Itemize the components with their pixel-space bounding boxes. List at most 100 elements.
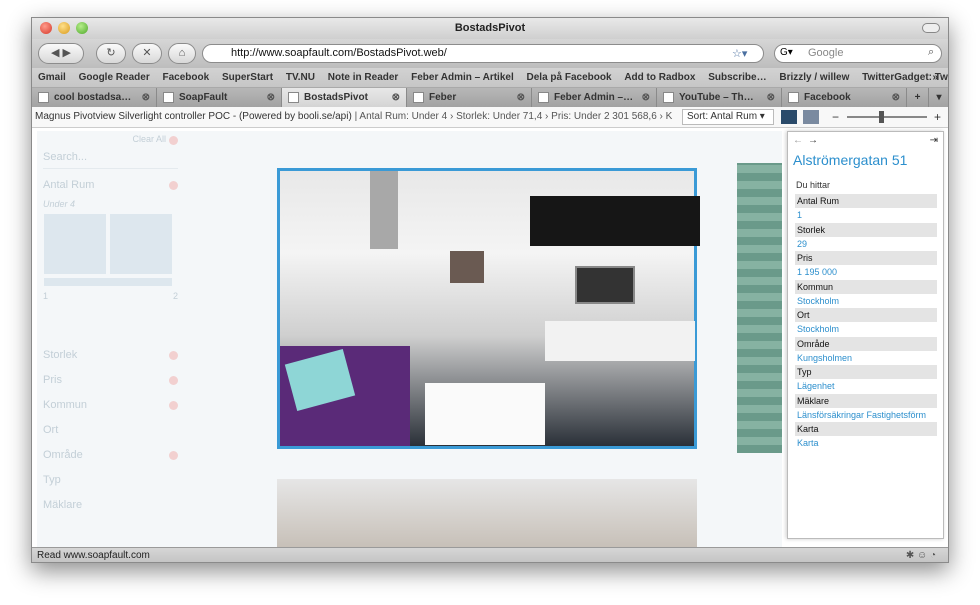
search-input[interactable]: Google [774,44,942,63]
bookmark-item[interactable]: TV.NU [286,72,315,83]
tab-list-icon[interactable]: ▾ [929,88,948,107]
bookmark-item[interactable]: Note in Reader [328,72,399,83]
property-pris: Pris 1 195 000 [795,251,937,280]
url-input[interactable]: http://www.soapfault.com/BostadsPivot.we… [202,44,764,63]
filter-category[interactable]: Typ [43,474,178,486]
collapse-icon[interactable]: ⇥ [930,135,938,146]
bookmark-item[interactable]: Subscribe… [708,72,766,83]
sort-select[interactable]: Sort: Antal Rum ▾ [682,109,774,125]
pivot-controller-bar: Magnus Pivotview Silverlight controller … [32,107,948,128]
histogram-min-label: 1 [43,291,49,301]
bookmark-item[interactable]: Add to Radbox [624,72,695,83]
zoom-slider-thumb[interactable] [879,111,884,123]
tab-close-icon[interactable]: ⊗ [517,88,525,107]
filter-category[interactable]: Ort [43,424,178,436]
listing-photo[interactable] [277,479,697,547]
range-hood-shape [370,171,398,249]
toolbar-toggle-button[interactable] [922,23,940,33]
clear-icon[interactable] [169,136,178,145]
property-link[interactable]: Stockholm [795,294,937,308]
addon-icons[interactable]: ✱ ☺ ◔ [906,548,936,562]
property-maklare: Mäklare Länsförsäkringar Fastighetsförm [795,393,937,423]
graph-view-icon[interactable] [803,110,819,124]
navigation-toolbar: ◀ ▶ ↻ ✕ ⌂ http://www.soapfault.com/Bosta… [32,39,948,68]
property-link[interactable]: 29 [795,237,937,251]
tab-close-icon[interactable]: ⊗ [767,88,775,107]
filter-category[interactable]: Pris [43,374,178,386]
window-title: BostadsPivot [454,22,526,34]
clear-icon[interactable] [169,376,178,385]
listing-photo-selected[interactable] [277,168,700,449]
property-link[interactable]: Lägenhet [795,379,937,393]
bookmark-item[interactable]: SuperStart [222,72,273,83]
property-link[interactable]: Länsförsäkringar Fastighetsförm [795,408,937,422]
histogram-bar[interactable] [44,214,106,274]
tab-close-icon[interactable]: ⊗ [642,88,650,107]
property-link[interactable]: 1 195 000 [795,265,937,279]
next-arrow-icon[interactable]: → [808,135,818,146]
artwork-shape [450,251,484,283]
listing-title: Alströmergatan 51 [793,152,908,168]
new-tab-button[interactable]: + [907,88,929,107]
tab-close-icon[interactable]: ⊗ [892,88,900,107]
tab[interactable]: YouTube – Th… ⊗ [657,88,782,107]
filter-category[interactable]: Område [43,449,178,461]
filter-antal-rum[interactable]: Antal Rum [43,179,178,191]
minimize-window-button[interactable] [58,22,70,34]
bookmarks-overflow-icon[interactable]: » [932,68,938,87]
clear-icon[interactable] [169,401,178,410]
property-link[interactable]: Stockholm [795,322,937,336]
close-window-button[interactable] [40,22,52,34]
home-button[interactable]: ⌂ [168,43,196,64]
tab[interactable]: Feber ⊗ [407,88,532,107]
histogram-bar[interactable] [110,214,172,274]
zoom-out-button[interactable]: − [832,107,839,127]
tab-active[interactable]: BostadsPivot ⊗ [282,88,407,107]
clear-icon[interactable] [169,351,178,360]
listing-photo-partial[interactable] [737,163,782,453]
back-forward-button[interactable]: ◀ ▶ [38,43,84,64]
stop-button[interactable]: ✕ [132,43,162,64]
bookmark-item[interactable]: Brizzly / willew [779,72,849,83]
reload-button[interactable]: ↻ [96,43,126,64]
status-text: Read www.soapfault.com [37,550,150,561]
clear-icon[interactable] [169,181,178,190]
page-favicon-icon [163,92,174,103]
bookmark-item[interactable]: Dela på Facebook [527,72,612,83]
filter-category[interactable]: Kommun [43,399,178,411]
tab[interactable]: cool bostadsa… ⊗ [32,88,157,107]
bookmarks-bar: Gmail Google Reader Facebook SuperStart … [32,68,948,87]
bookmark-item[interactable]: Google Reader [79,72,150,83]
range-slider[interactable] [44,278,172,286]
clear-all-button[interactable]: Clear All [43,134,178,144]
search-engine-icon[interactable]: G▾ [780,47,793,58]
tab[interactable]: SoapFault ⊗ [157,88,282,107]
bookmark-item[interactable]: Facebook [163,72,210,83]
tab-close-icon[interactable]: ⊗ [392,88,400,107]
zoom-in-button[interactable]: + [934,107,941,127]
pivot-collection-view [182,131,782,547]
status-bar: Read www.soapfault.com ✱ ☺ ◔ [32,547,948,562]
bookmark-item[interactable]: Feber Admin – Artikel [411,72,514,83]
property-storlek: Storlek 29 [795,222,937,252]
prev-arrow-icon[interactable]: ← [793,135,803,146]
magnifier-icon[interactable]: ⌕ [928,46,934,59]
filter-category[interactable]: Mäklare [43,499,178,511]
zoom-slider[interactable] [847,116,927,118]
clear-icon[interactable] [169,451,178,460]
zoom-window-button[interactable] [76,22,88,34]
property-link[interactable]: 1 [795,208,937,222]
tv-shape [575,266,635,304]
bookmark-star-icon[interactable]: ☆▾ [732,47,747,60]
property-link[interactable]: Kungsholmen [795,351,937,365]
tab[interactable]: Feber Admin –… ⊗ [532,88,657,107]
breadcrumb[interactable]: Antal Rum: Under 4 › Storlek: Under 71,4… [359,111,672,122]
filter-search-input[interactable]: Search... [43,151,178,169]
tab-close-icon[interactable]: ⊗ [267,88,275,107]
grid-view-icon[interactable] [781,110,797,124]
property-link[interactable]: Karta [795,436,937,450]
filter-category[interactable]: Storlek [43,349,178,361]
bookmark-item[interactable]: Gmail [38,72,66,83]
tab[interactable]: Facebook ⊗ [782,88,907,107]
tab-close-icon[interactable]: ⊗ [142,88,150,107]
